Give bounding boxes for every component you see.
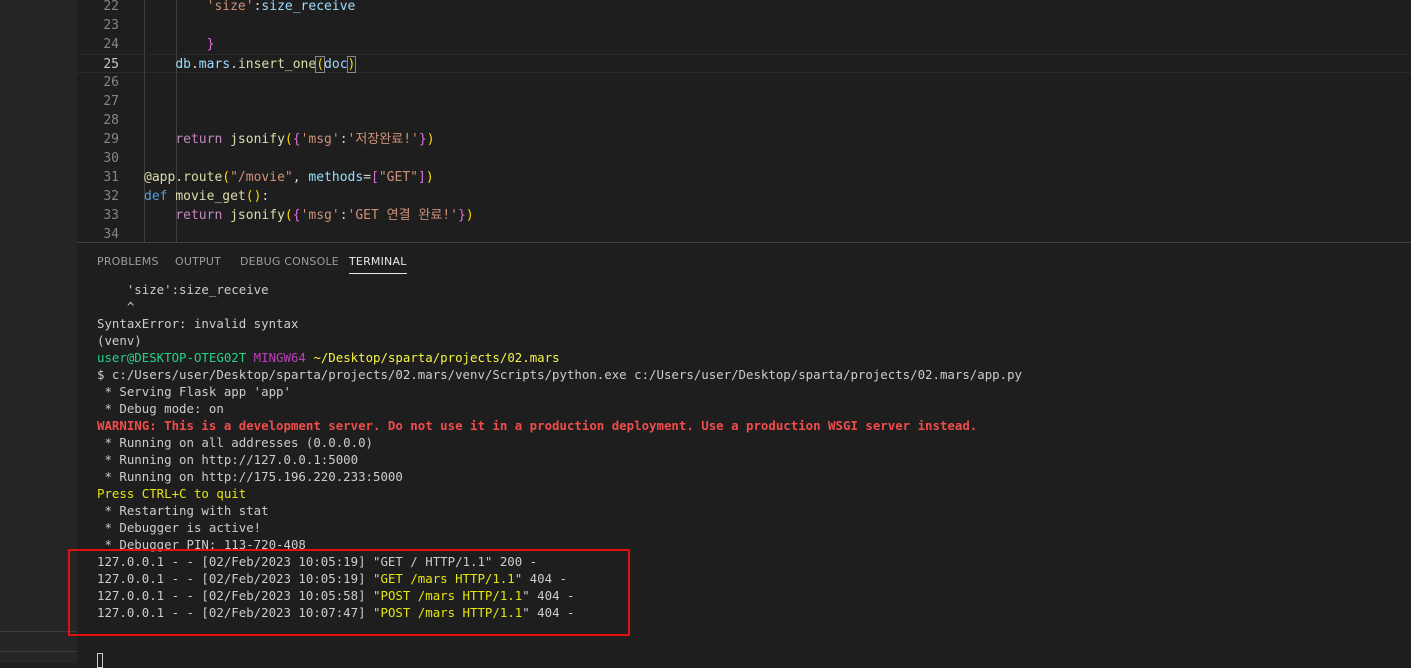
tab-terminal[interactable]: TERMINAL (349, 253, 407, 274)
annotation-highlight-box (68, 549, 630, 636)
code-editor[interactable]: 22 'size':size_receive 23 24 } 25 db.mars.i… (77, 0, 1411, 242)
code-line[interactable]: 31 @app.route("/movie", methods=["GET"]) (77, 168, 1411, 187)
code-text: db.mars.insert_one(doc) (175, 56, 357, 73)
terminal-line: (venv) (97, 333, 142, 348)
indent-guide (144, 16, 145, 35)
sidebar-divider (0, 631, 77, 632)
code-text: 'size':size_receive (206, 0, 356, 14)
line-number: 26 (103, 75, 119, 90)
line-number: 25 (103, 57, 119, 72)
indent-guide (176, 225, 177, 242)
code-text: return jsonify({'msg':'저장완료!'}) (175, 132, 435, 147)
code-line[interactable]: 28 (77, 111, 1411, 130)
line-number: 23 (103, 18, 119, 33)
line-number: 32 (103, 189, 119, 204)
terminal-line: SyntaxError: invalid syntax (97, 316, 299, 331)
code-text: def movie_get(): (144, 189, 270, 204)
terminal-line: * Restarting with stat (97, 503, 269, 518)
terminal-line: user@DESKTOP-OTEG02T MINGW64 ~/Desktop/s… (97, 350, 560, 365)
tab-problems[interactable]: PROBLEMS (97, 253, 159, 273)
terminal-line: * Debug mode: on (97, 401, 224, 416)
code-line[interactable]: 32 def movie_get(): (77, 187, 1411, 206)
line-number: 34 (103, 227, 119, 242)
terminal-cursor (97, 653, 103, 668)
line-number: 24 (103, 37, 119, 52)
code-text: return jsonify({'msg':'GET 연결 완료!'}) (175, 208, 474, 223)
indent-guide (144, 225, 145, 242)
code-text: } (206, 37, 215, 52)
code-line[interactable]: 33 return jsonify({'msg':'GET 연결 완료!'}) (77, 206, 1411, 225)
indent-guide (144, 111, 145, 130)
sidebar-divider (0, 651, 77, 652)
terminal-line: * Serving Flask app 'app' (97, 384, 291, 399)
line-number: 31 (103, 170, 119, 185)
code-line[interactable]: 30 (77, 149, 1411, 168)
line-number: 29 (103, 132, 119, 147)
indent-guide (176, 73, 177, 92)
code-line[interactable]: 27 (77, 92, 1411, 111)
tab-output[interactable]: OUTPUT (175, 253, 221, 273)
code-text: @app.route("/movie", methods=["GET"]) (144, 170, 434, 185)
terminal-line: WARNING: This is a development server. D… (97, 418, 978, 433)
indent-guide (176, 92, 177, 111)
code-line[interactable]: 26 (77, 73, 1411, 92)
code-line[interactable]: 23 (77, 16, 1411, 35)
code-line[interactable]: 34 (77, 225, 1411, 242)
indent-guide (144, 149, 145, 168)
side-bar (0, 0, 77, 663)
line-number: 22 (103, 0, 119, 14)
indent-guide (144, 92, 145, 111)
terminal-line: $ c:/Users/user/Desktop/sparta/projects/… (97, 367, 1023, 382)
indent-guide (176, 149, 177, 168)
terminal-line: Press CTRL+C to quit (97, 486, 247, 501)
terminal-line: * Running on http://127.0.0.1:5000 (97, 452, 359, 467)
code-line[interactable]: 25 db.mars.insert_one(doc) (77, 54, 1411, 74)
line-number: 28 (103, 113, 119, 128)
code-line[interactable]: 24 } (77, 35, 1411, 54)
terminal-line: * Running on all addresses (0.0.0.0) (97, 435, 374, 450)
indent-guide (176, 16, 177, 35)
code-line[interactable]: 29 return jsonify({'msg':'저장완료!'}) (77, 130, 1411, 149)
line-number: 27 (103, 94, 119, 109)
line-number: 30 (103, 151, 119, 166)
terminal-line: * Debugger is active! (97, 520, 262, 535)
terminal-line: * Running on http://175.196.220.233:5000 (97, 469, 403, 484)
terminal-line: ^ (97, 299, 135, 314)
terminal-line: 'size':size_receive (97, 282, 269, 297)
tab-debug-console[interactable]: DEBUG CONSOLE (240, 253, 339, 273)
indent-guide (176, 111, 177, 130)
code-line[interactable]: 22 'size':size_receive (77, 0, 1411, 16)
line-number: 33 (103, 208, 119, 223)
indent-guide (144, 73, 145, 92)
